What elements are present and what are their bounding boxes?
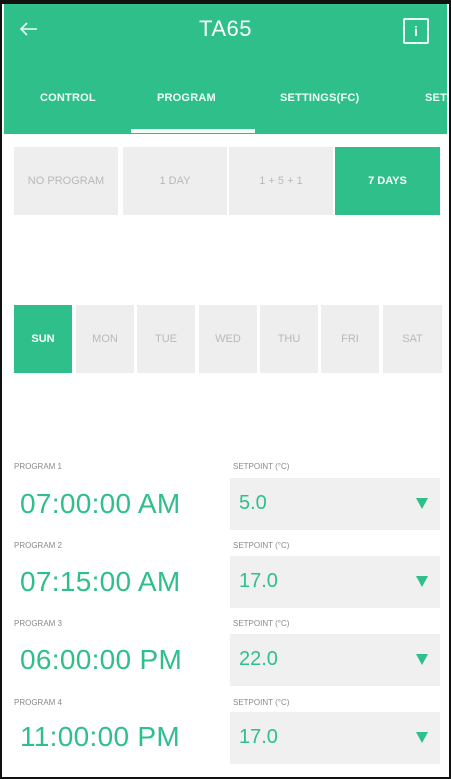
tab-control[interactable]: CONTROL (40, 92, 96, 104)
program-1-setpoint-value: 5.0 (239, 492, 267, 514)
tab-program[interactable]: PROGRAM (157, 92, 216, 104)
tab-settings-fc[interactable]: SETTINGS(FC) (280, 92, 359, 104)
page-title: TA65 (199, 16, 252, 41)
mode-1-5-1[interactable]: 1 + 5 + 1 (229, 147, 333, 215)
program-1-setpoint-select[interactable]: 5.0 (230, 478, 440, 530)
day-tue[interactable]: TUE (137, 305, 195, 373)
day-sat[interactable]: SAT (383, 305, 442, 373)
program-3-setpoint-value: 22.0 (239, 648, 278, 670)
program-4-setpoint-select[interactable]: 17.0 (230, 712, 440, 764)
tab-indicator (131, 129, 255, 133)
program-4-setpoint-value: 17.0 (239, 726, 278, 748)
program-4-setpoint-label: SETPOINT (°C) (233, 698, 290, 707)
day-mon[interactable]: MON (76, 305, 134, 373)
program-4-time[interactable]: 11:00:00 PM (20, 721, 180, 753)
program-mode-selector: NO PROGRAM 1 DAY 1 + 5 + 1 7 DAYS (14, 147, 440, 215)
program-2-setpoint-select[interactable]: 17.0 (230, 556, 440, 608)
program-2-setpoint-value: 17.0 (239, 570, 278, 592)
program-3-time[interactable]: 06:00:00 PM (20, 644, 182, 676)
mode-7-days[interactable]: 7 DAYS (335, 147, 440, 215)
dropdown-arrow-icon (416, 498, 428, 509)
day-selector: SUN MON TUE WED THU FRI SAT (14, 305, 442, 373)
day-thu[interactable]: THU (260, 305, 318, 373)
program-2-label: PROGRAM 2 (14, 541, 63, 550)
tab-bar: CONTROL PROGRAM SETTINGS(FC) SET (4, 82, 447, 134)
program-1-label: PROGRAM 1 (14, 462, 63, 471)
program-3-setpoint-label: SETPOINT (°C) (233, 619, 290, 628)
tab-set[interactable]: SET (425, 92, 447, 104)
dropdown-arrow-icon (416, 732, 428, 743)
program-1-setpoint-label: SETPOINT (°C) (233, 462, 290, 471)
app-bar: TA65 i CONTROL PROGRAM SETTINGS(FC) SET (4, 4, 447, 134)
day-fri[interactable]: FRI (321, 305, 379, 373)
mode-1-day[interactable]: 1 DAY (123, 147, 227, 215)
program-3-setpoint-select[interactable]: 22.0 (230, 634, 440, 686)
info-icon[interactable]: i (403, 18, 429, 44)
program-2-time[interactable]: 07:15:00 AM (20, 566, 181, 598)
program-3-label: PROGRAM 3 (14, 619, 63, 628)
day-sun[interactable]: SUN (14, 305, 72, 373)
program-2-setpoint-label: SETPOINT (°C) (233, 541, 290, 550)
program-1-time[interactable]: 07:00:00 AM (20, 488, 181, 520)
dropdown-arrow-icon (416, 576, 428, 587)
dropdown-arrow-icon (416, 654, 428, 665)
program-4-label: PROGRAM 4 (14, 698, 63, 707)
day-wed[interactable]: WED (199, 305, 257, 373)
mode-no-program[interactable]: NO PROGRAM (14, 147, 118, 215)
